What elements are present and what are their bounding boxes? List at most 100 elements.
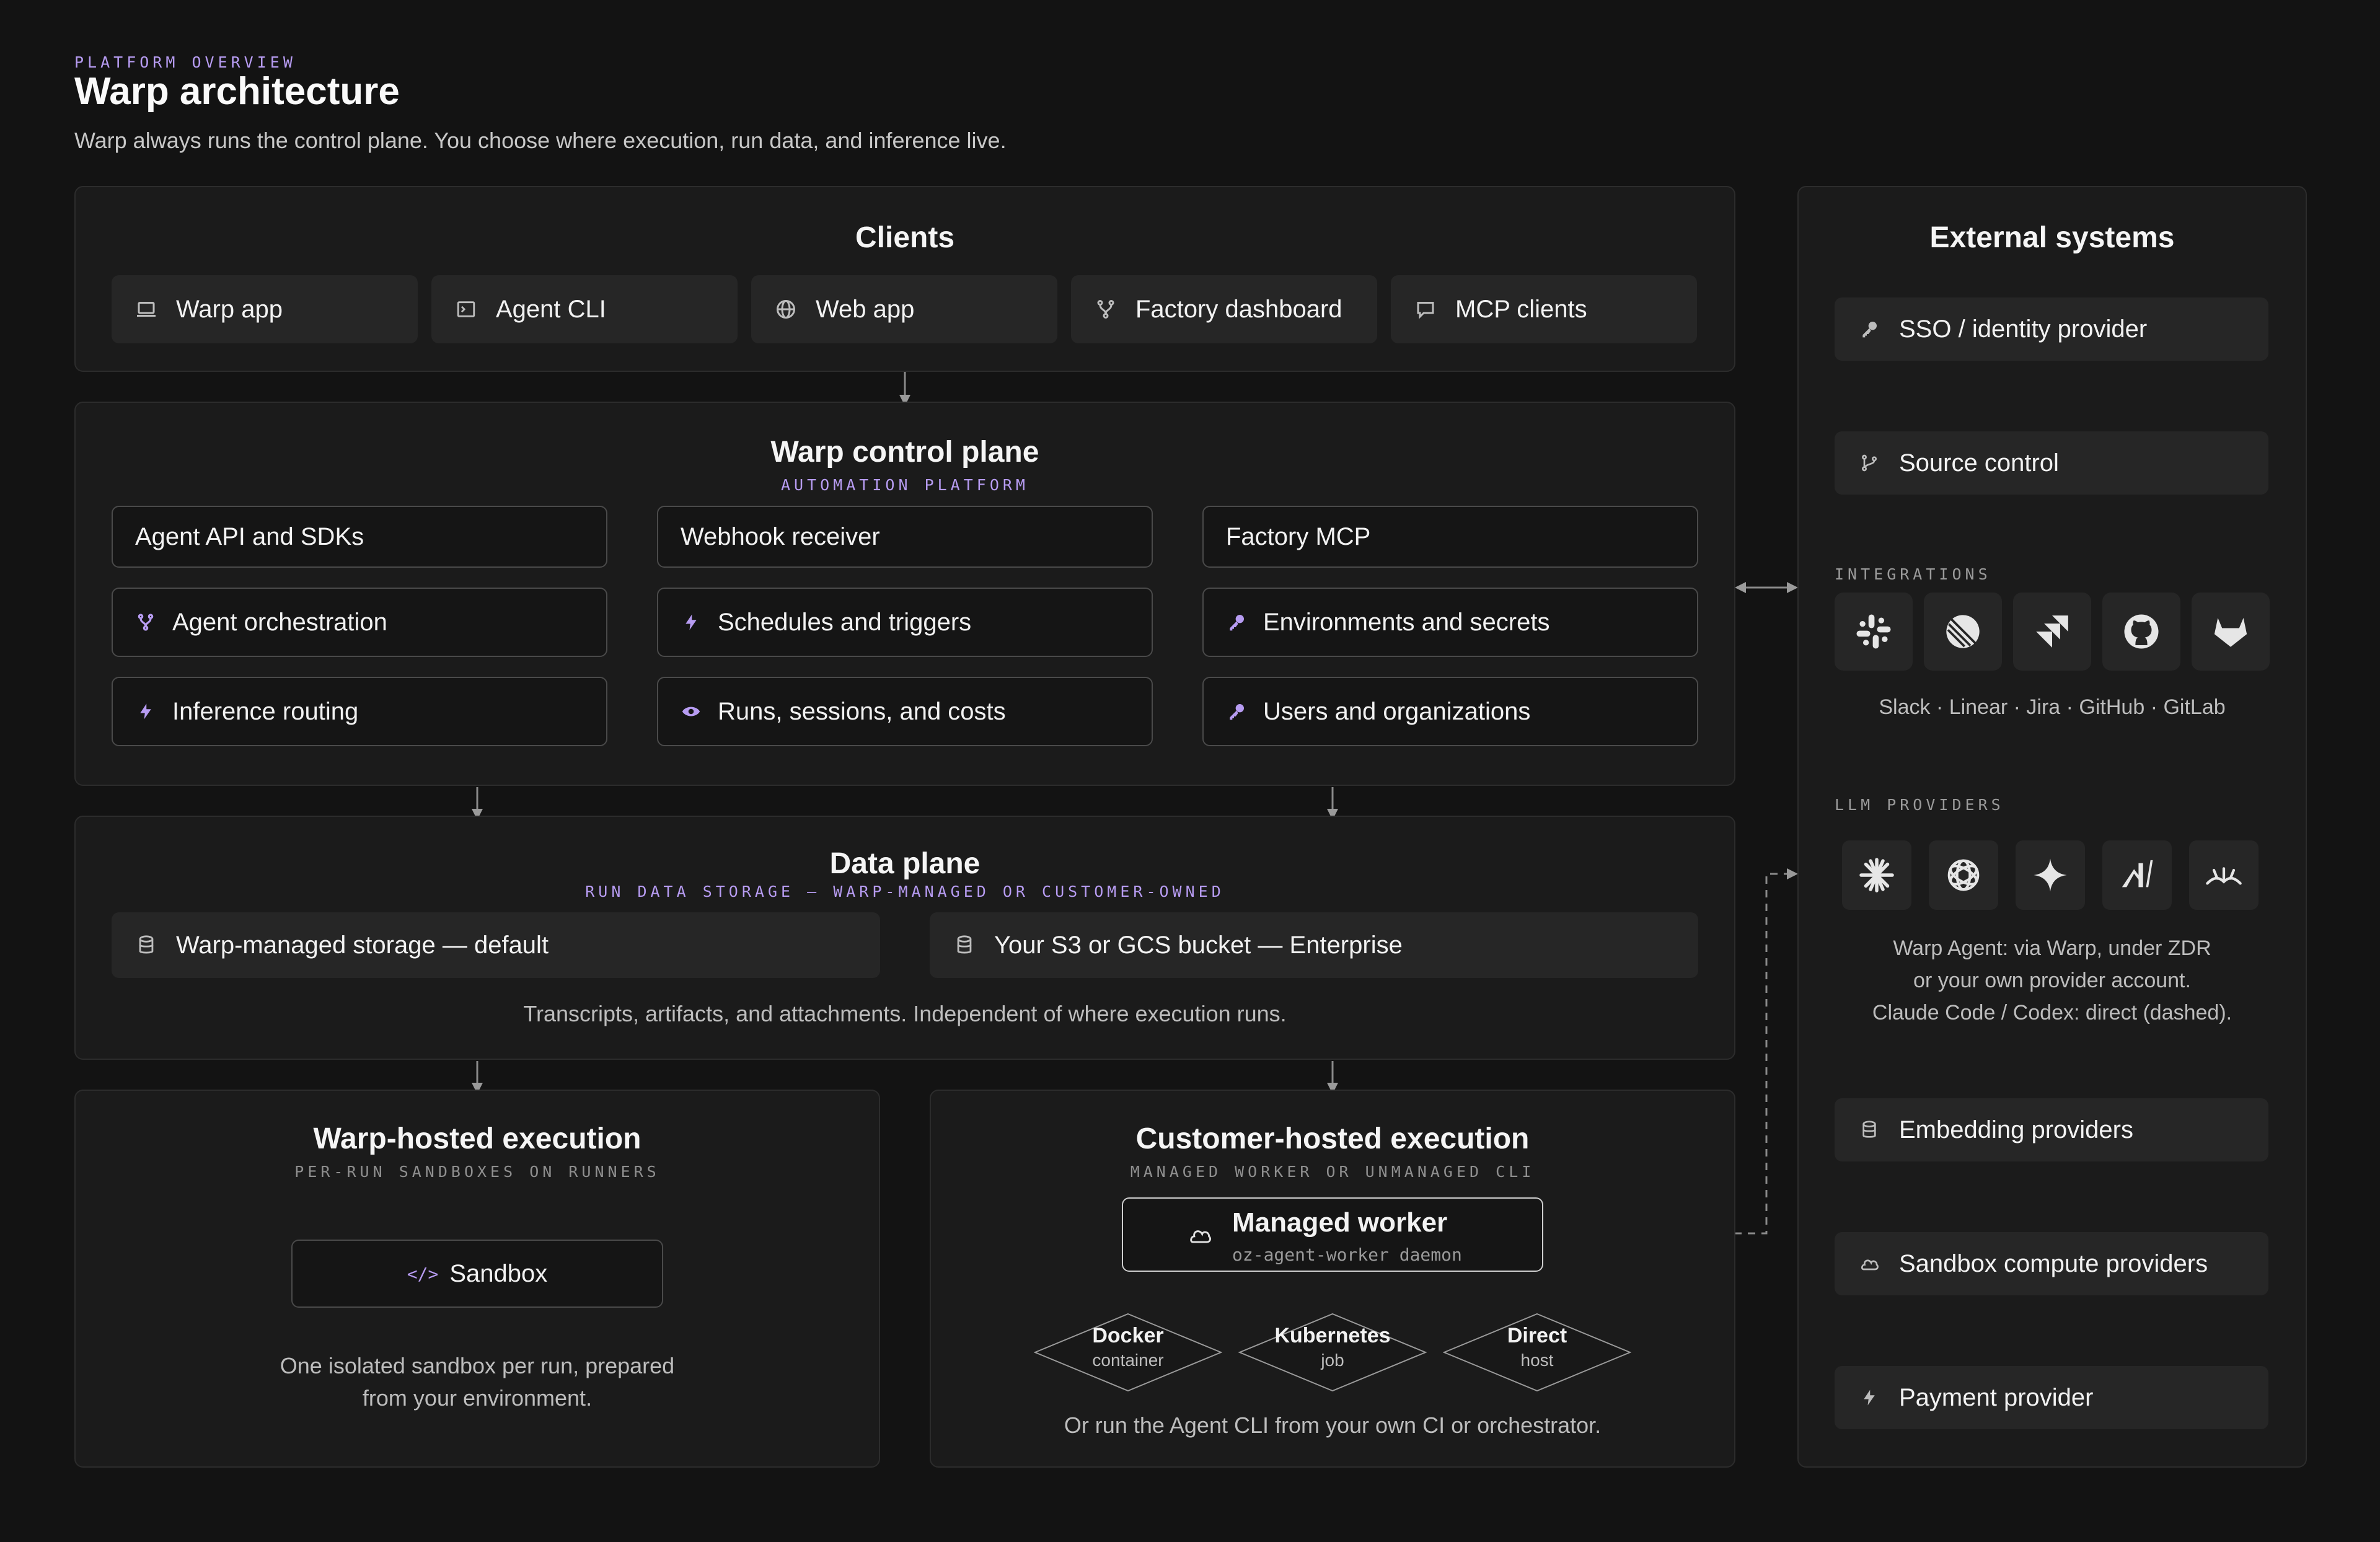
globe-icon [774, 297, 798, 322]
warp-hosted-title: Warp-hosted execution [313, 1122, 641, 1155]
target-kubernetes[interactable]: Kubernetes job [1238, 1324, 1427, 1370]
external-label: Sandbox compute providers [1899, 1249, 2208, 1277]
cp-label: Schedules and triggers [718, 608, 972, 636]
managed-worker-box[interactable]: Managed worker oz-agent-worker daemon [1122, 1197, 1543, 1272]
cp-factory-mcp[interactable]: Factory MCP [1202, 506, 1698, 568]
cp-environments-secrets[interactable]: Environments and secrets [1202, 588, 1698, 657]
dashed-arrow-to-llm [1734, 868, 1798, 1235]
anthropic-icon[interactable] [1842, 840, 1911, 910]
client-mcp-clients[interactable]: MCP clients [1391, 275, 1697, 343]
storage-warp-managed[interactable]: Warp-managed storage — default [112, 912, 880, 978]
database-icon [952, 933, 977, 958]
control-plane-title: Warp control plane [770, 436, 1039, 469]
linear-icon[interactable] [1924, 593, 2002, 671]
storage-label: Warp-managed storage — default [176, 931, 549, 959]
data-plane-note: Transcripts, artifacts, and attachments.… [523, 1001, 1287, 1026]
laptop-icon [134, 297, 159, 322]
client-factory-dashboard[interactable]: Factory dashboard [1071, 275, 1377, 343]
clients-title: Clients [855, 221, 955, 254]
branch-icon [1857, 451, 1882, 475]
client-warp-app[interactable]: Warp app [112, 275, 418, 343]
target-sub: host [1520, 1350, 1554, 1370]
client-label: Agent CLI [496, 295, 606, 323]
customer-hosted-title: Customer-hosted execution [1135, 1122, 1530, 1155]
code-icon: </> [407, 1263, 439, 1284]
cp-runs-sessions-costs[interactable]: Runs, sessions, and costs [657, 677, 1153, 746]
cp-label: Environments and secrets [1263, 608, 1550, 636]
managed-worker-sub: oz-agent-worker daemon [1232, 1245, 1462, 1265]
key-icon [1226, 701, 1247, 722]
warp-hosted-note-line1: One isolated sandbox per run, prepared [280, 1353, 675, 1378]
provider-icon[interactable] [2189, 840, 2259, 910]
github-icon[interactable] [2102, 593, 2180, 671]
storage-label: Your S3 or GCS bucket — Enterprise [994, 931, 1403, 959]
cloud-icon [1857, 1251, 1882, 1276]
target-direct[interactable]: Direct host [1443, 1324, 1631, 1370]
bolt-icon [681, 612, 702, 633]
data-plane-subtitle: RUN DATA STORAGE — WARP-MANAGED OR CUSTO… [585, 883, 1225, 901]
target-docker[interactable]: Docker container [1034, 1324, 1222, 1370]
cp-users-organizations[interactable]: Users and organizations [1202, 677, 1698, 746]
jira-icon[interactable] [2013, 593, 2091, 671]
cp-schedules-triggers[interactable]: Schedules and triggers [657, 588, 1153, 657]
cp-agent-orchestration[interactable]: Agent orchestration [112, 588, 607, 657]
sandbox-box[interactable]: </> Sandbox [291, 1240, 663, 1308]
bolt-icon [135, 701, 156, 722]
client-agent-cli[interactable]: Agent CLI [431, 275, 738, 343]
bolt-icon [1857, 1385, 1882, 1410]
client-label: Warp app [176, 295, 283, 323]
external-sandbox-compute[interactable]: Sandbox compute providers [1835, 1232, 2268, 1295]
mistral-icon[interactable] [2102, 840, 2172, 910]
database-icon [134, 933, 159, 958]
client-web-app[interactable]: Web app [751, 275, 1057, 343]
cloud-icon [1186, 1226, 1214, 1245]
branch-icon [135, 612, 156, 633]
external-payment-provider[interactable]: Payment provider [1835, 1366, 2268, 1429]
llm-providers-label: LLM PROVIDERS [1835, 796, 2004, 814]
cp-label: Runs, sessions, and costs [718, 697, 1006, 725]
cp-label: Users and organizations [1263, 697, 1531, 725]
llm-note-line1: Warp Agent: via Warp, under ZDR [1893, 936, 2211, 960]
cp-label: Agent API and SDKs [135, 522, 364, 550]
external-embedding-providers[interactable]: Embedding providers [1835, 1098, 2268, 1161]
warp-hosted-subtitle: PER-RUN SANDBOXES ON RUNNERS [294, 1163, 660, 1181]
client-label: Web app [816, 295, 915, 323]
terminal-icon [454, 297, 478, 322]
cp-label: Agent orchestration [172, 608, 387, 636]
external-sso[interactable]: SSO / identity provider [1835, 297, 2268, 361]
customer-hosted-subtitle: MANAGED WORKER OR UNMANAGED CLI [1130, 1163, 1535, 1181]
target-sub: job [1321, 1350, 1344, 1370]
storage-customer-bucket[interactable]: Your S3 or GCS bucket — Enterprise [930, 912, 1698, 978]
eye-icon [681, 701, 702, 722]
client-label: MCP clients [1455, 295, 1587, 323]
gitlab-icon[interactable] [2192, 593, 2270, 671]
data-plane-title: Data plane [829, 847, 981, 880]
cp-label: Webhook receiver [681, 522, 880, 550]
openai-icon[interactable] [1929, 840, 1998, 910]
cp-agent-api[interactable]: Agent API and SDKs [112, 506, 607, 568]
target-sub: container [1092, 1350, 1164, 1370]
cp-label: Inference routing [172, 697, 359, 725]
cp-webhook-receiver[interactable]: Webhook receiver [657, 506, 1153, 568]
gemini-icon[interactable] [2016, 840, 2085, 910]
sandbox-label: Sandbox [449, 1259, 548, 1287]
cp-inference-routing[interactable]: Inference routing [112, 677, 607, 746]
warp-hosted-note-line2: from your environment. [362, 1385, 593, 1411]
cp-label: Factory MCP [1226, 522, 1371, 550]
llm-note: Warp Agent: via Warp, under ZDR or your … [1797, 932, 2307, 1029]
integrations-label: INTEGRATIONS [1835, 565, 1991, 583]
external-source-control[interactable]: Source control [1835, 431, 2268, 495]
external-label: Source control [1899, 449, 2059, 477]
client-label: Factory dashboard [1135, 295, 1342, 323]
warp-hosted-note: One isolated sandbox per run, prepared f… [74, 1350, 880, 1414]
key-icon [1226, 612, 1247, 633]
target-label: Docker [1092, 1324, 1164, 1347]
chat-icon [1413, 297, 1438, 322]
managed-worker-label: Managed worker [1232, 1207, 1448, 1238]
key-icon [1857, 317, 1882, 341]
llm-note-line3: Claude Code / Codex: direct (dashed). [1872, 1001, 2232, 1024]
slack-icon[interactable] [1835, 593, 1913, 671]
integrations-caption: Slack · Linear · Jira · GitHub · GitLab [1879, 695, 2226, 719]
external-label: SSO / identity provider [1899, 315, 2148, 343]
external-label: Payment provider [1899, 1383, 2094, 1411]
